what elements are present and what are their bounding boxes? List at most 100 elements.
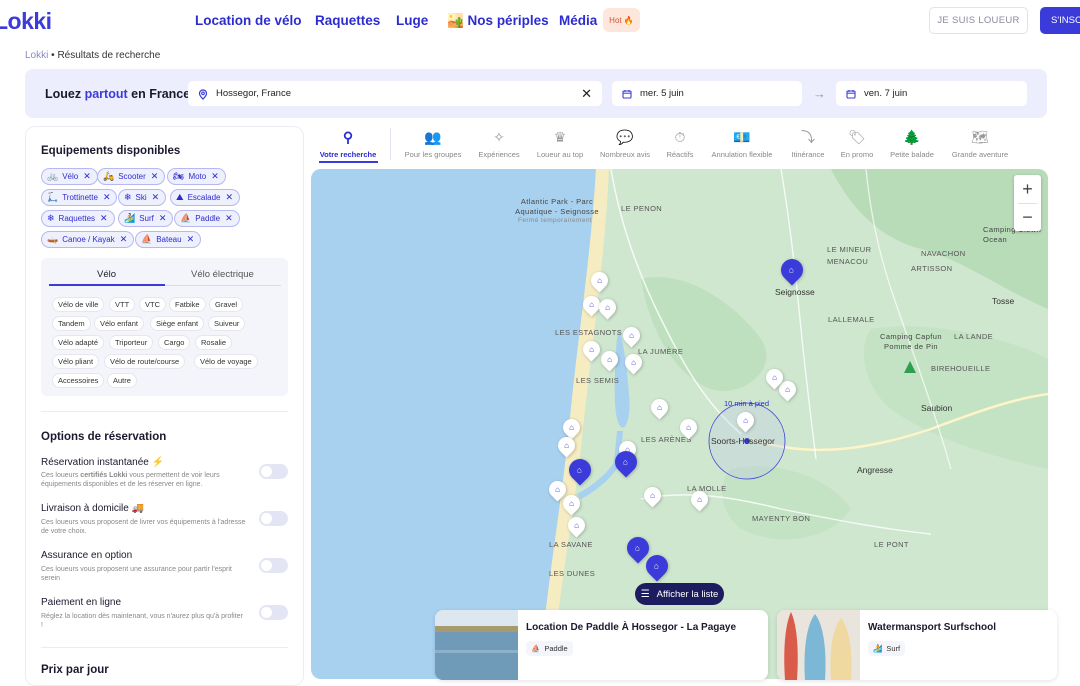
remove-chip-icon[interactable]: ✕ (225, 192, 233, 203)
remove-chip-icon[interactable]: ✕ (151, 171, 159, 182)
filter-tab-icon: 💬 (616, 129, 634, 145)
map-label-penon: LE PENON (621, 204, 663, 213)
map-label-mayenty: MAYENTY BON (752, 514, 811, 523)
equipment-chip[interactable]: ❄ Ski ✕ (118, 189, 167, 206)
search-title-accent: partout (84, 87, 128, 101)
equipment-chip-label: Bateau (156, 235, 182, 244)
tab-velo[interactable]: Vélo (97, 269, 116, 280)
bike-type-chip[interactable]: Vélo pliant (52, 354, 100, 369)
remove-chip-icon[interactable]: ✕ (211, 171, 219, 182)
clear-icon[interactable]: ✕ (581, 86, 592, 102)
equipment-title: Equipements disponibles (41, 145, 181, 157)
tab-velo-electrique[interactable]: Vélo électrique (191, 269, 254, 280)
map-label-jumere: LA JUMÈRE (638, 347, 684, 356)
nav-luge[interactable]: Luge (396, 13, 428, 28)
remove-chip-icon[interactable]: ✕ (120, 234, 128, 245)
zoom-out-button[interactable]: − (1014, 203, 1041, 231)
filter-tab-icon: ⤵ (801, 129, 815, 145)
bike-type-chip[interactable]: Rosalie (195, 335, 233, 350)
toggle-instant[interactable] (259, 464, 288, 479)
filter-tab-icon: 👥 (424, 129, 442, 145)
remove-chip-icon[interactable]: ✕ (159, 213, 167, 224)
remove-chip-icon[interactable]: ✕ (100, 213, 108, 224)
date-end-field[interactable]: ven. 7 juin (836, 81, 1027, 106)
equipment-chip[interactable]: 🛵 Scooter ✕ (97, 168, 166, 185)
nav-media[interactable]: Média (559, 13, 597, 28)
nav-nos-periples[interactable]: 🏜️ Nos périples (447, 13, 549, 29)
filter-tab-label: Loueur au top (536, 150, 584, 159)
equipment-chip[interactable]: 🛶 Canoe / Kayak ✕ (41, 231, 135, 248)
remove-chip-icon[interactable]: ✕ (152, 192, 160, 203)
equipment-chip[interactable]: ⛰ Escalade ✕ (170, 189, 241, 206)
option-insurance-title: Assurance en option (41, 550, 133, 561)
shop-icon: ⌂ (743, 416, 748, 425)
bike-type-chip[interactable]: Triporteur (109, 335, 154, 350)
remove-chip-icon[interactable]: ✕ (187, 234, 195, 245)
bike-type-chip[interactable]: VTT (109, 297, 136, 312)
date-start-field[interactable]: mer. 5 juin (612, 81, 802, 106)
shop-icon: ⌂ (607, 355, 612, 364)
bike-type-chip[interactable]: Cargo (158, 335, 191, 350)
bike-type-chip[interactable]: Vélo de route/course (104, 354, 186, 369)
bike-type-chip[interactable]: Accessoires (52, 373, 105, 388)
remove-chip-icon[interactable]: ✕ (103, 192, 111, 203)
zoom-controls: + − (1014, 175, 1041, 231)
remove-chip-icon[interactable]: ✕ (225, 213, 233, 224)
filter-tab-label: Annulation flexible (711, 150, 773, 159)
equipment-icon: ⛰ (176, 192, 184, 202)
shop-icon: ⌂ (634, 543, 640, 553)
rental-card[interactable]: Watermansport Surfschool 🏄 Surf (777, 610, 1057, 680)
toggle-payment[interactable] (259, 605, 288, 620)
signup-button[interactable]: S'INSC (1040, 7, 1080, 34)
option-payment-desc: Réglez la location dès maintenant, vous … (41, 613, 243, 629)
show-list-button[interactable]: ☰ Afficher la liste (635, 583, 724, 605)
hot-badge: Hot 🔥 (603, 8, 640, 32)
zoom-in-button[interactable]: + (1014, 175, 1041, 203)
calendar-icon (846, 89, 856, 99)
toggle-delivery[interactable] (259, 511, 288, 526)
filter-tab[interactable]: 🗺 Grande aventure (940, 128, 1020, 159)
equipment-chip[interactable]: 🛴 Trottinette ✕ (41, 189, 118, 206)
equipment-icon: ❄ (47, 213, 55, 223)
nav-raquettes[interactable]: Raquettes (315, 13, 380, 28)
card-tag: ⛵ Paddle (526, 641, 573, 656)
bike-type-chip[interactable]: Siège enfant (150, 316, 205, 331)
surf-icon: 🏄 (873, 644, 883, 653)
equipment-chip[interactable]: ⛵ Bateau ✕ (135, 231, 202, 248)
divider (41, 647, 288, 648)
equipment-chip[interactable]: 🚲 Vélo ✕ (41, 168, 98, 185)
card-tag-label: Surf (886, 644, 901, 653)
bike-type-chip[interactable]: Autre (107, 373, 137, 388)
equipment-chip[interactable]: ⛵ Paddle ✕ (174, 210, 240, 227)
map-label-estagnots: LES ESTAGNOTS (555, 328, 623, 337)
map-label-le-pont: LE PONT (874, 540, 909, 549)
equipment-chip[interactable]: 🏄 Surf ✕ (118, 210, 174, 227)
rental-card[interactable]: Location De Paddle À Hossegor - La Pagay… (435, 610, 768, 680)
option-payment-title: Paiement en ligne (41, 597, 122, 608)
equipment-chip[interactable]: 🏍 Moto ✕ (167, 168, 226, 185)
breadcrumb-root[interactable]: Lokki (25, 50, 48, 61)
breadcrumb-current: Résultats de recherche (57, 50, 161, 61)
list-icon: ☰ (640, 588, 650, 600)
bike-type-chip[interactable]: Gravel (209, 297, 244, 312)
card-photo-surfboards (777, 610, 860, 680)
option-delivery-title: Livraison à domicile 🚚 (41, 503, 145, 514)
equipment-chip[interactable]: ❄ Raquettes ✕ (41, 210, 115, 227)
bike-type-chip[interactable]: Vélo de voyage (194, 354, 258, 369)
filter-tab[interactable]: ⚲ Votre recherche (308, 128, 388, 159)
location-field[interactable]: Hossegor, France ✕ (188, 81, 602, 106)
lokki-logo[interactable]: Lokki (0, 8, 52, 35)
bike-type-chip[interactable]: Vélo de ville (52, 297, 105, 312)
equipment-icon: 🏄 (124, 213, 136, 223)
bike-type-chip[interactable]: VTC (139, 297, 166, 312)
bike-type-chip[interactable]: Suiveur (208, 316, 246, 331)
nav-location-velo[interactable]: Location de vélo (195, 13, 302, 28)
bike-type-chip[interactable]: Vélo adapté (52, 335, 105, 350)
toggle-insurance[interactable] (259, 558, 288, 573)
remove-chip-icon[interactable]: ✕ (83, 171, 91, 182)
bike-type-chip[interactable]: Fatbike (169, 297, 206, 312)
bike-type-chip[interactable]: Vélo enfant (94, 316, 144, 331)
loueur-button[interactable]: JE SUIS LOUEUR (929, 7, 1028, 34)
option-instant-desc-bold: certifiés Lokki (80, 472, 128, 479)
bike-type-chip[interactable]: Tandem (52, 316, 91, 331)
